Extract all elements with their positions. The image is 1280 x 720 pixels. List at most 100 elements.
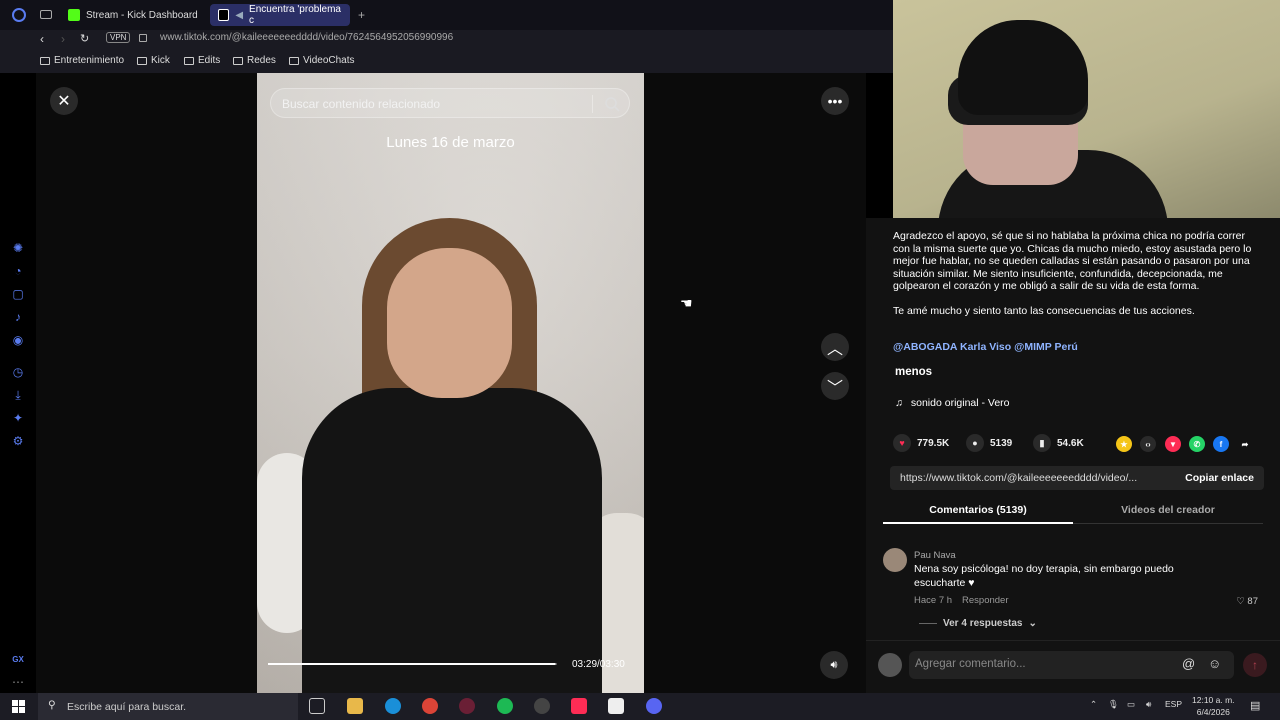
file-explorer-icon[interactable] bbox=[347, 698, 363, 714]
tab-label: Encuentra 'problema c bbox=[249, 4, 341, 26]
back-icon[interactable]: ‹ bbox=[40, 32, 44, 46]
post-comment-button[interactable]: ↑ bbox=[1243, 653, 1267, 677]
forward-icon[interactable]: › bbox=[61, 32, 65, 46]
chrome-icon[interactable] bbox=[422, 698, 438, 714]
close-button[interactable]: ✕ bbox=[50, 87, 78, 115]
embed-icon[interactable]: ‹› bbox=[1140, 436, 1156, 452]
obs-icon[interactable] bbox=[534, 698, 550, 714]
taskbar-clock[interactable]: 12:10 a. m. 6/4/2026 bbox=[1192, 694, 1235, 718]
comment-button[interactable]: ● 5139 bbox=[966, 434, 1012, 452]
tab-kick-dashboard[interactable]: Stream - Kick Dashboard bbox=[60, 4, 206, 26]
windows-taskbar: ⚲ Escribe aquí para buscar. ⌃ 🎙︎ ▭ 🔊︎ ES… bbox=[0, 693, 1280, 720]
gx-label[interactable]: GX bbox=[11, 653, 25, 667]
close-icon: ✕ bbox=[57, 93, 71, 110]
downloads-icon[interactable]: ⤓ bbox=[11, 388, 25, 402]
edge-icon[interactable] bbox=[385, 698, 401, 714]
reply-button[interactable]: Responder bbox=[962, 595, 1008, 606]
discord-app-icon[interactable] bbox=[646, 698, 662, 714]
volume-button[interactable]: 🔊︎ bbox=[820, 651, 848, 679]
avatar[interactable] bbox=[883, 548, 907, 572]
search-icon[interactable] bbox=[603, 95, 621, 113]
spotify-icon[interactable] bbox=[497, 698, 513, 714]
bookmark-entretenimiento[interactable]: Entretenimiento bbox=[40, 55, 124, 66]
volume-tray-icon[interactable]: 🔊︎ bbox=[1146, 699, 1151, 710]
share-link-url[interactable]: https://www.tiktok.com/@kaileeeeeeedddd/… bbox=[900, 472, 1155, 484]
description-mentions[interactable]: @ABOGADA Karla Viso @MIMP Perú bbox=[893, 341, 1078, 353]
tiktok-icon[interactable]: ♪ bbox=[11, 310, 25, 324]
taskbar-search-placeholder: Escribe aquí para buscar. bbox=[67, 701, 187, 713]
chevron-up-icon: ︿ bbox=[826, 341, 843, 358]
previous-video-button[interactable]: ︿ bbox=[821, 333, 849, 361]
facebook-share-icon[interactable]: f bbox=[1213, 436, 1229, 452]
bookmark-edits[interactable]: Edits bbox=[184, 55, 220, 66]
share-arrow-icon[interactable]: ➦ bbox=[1237, 436, 1253, 452]
reload-icon[interactable]: ↻ bbox=[80, 32, 89, 45]
capcut-icon[interactable] bbox=[608, 698, 624, 714]
address-url[interactable]: www.tiktok.com/@kaileeeeeeedddd/video/76… bbox=[160, 32, 453, 43]
workspaces-icon[interactable] bbox=[40, 10, 52, 19]
folder-icon bbox=[40, 56, 50, 65]
comment-input[interactable]: Agregar comentario... @ ☺ bbox=[909, 651, 1234, 679]
more-icon[interactable]: ⋯ bbox=[11, 675, 25, 689]
lock-icon bbox=[139, 34, 147, 42]
search-divider bbox=[592, 95, 593, 113]
avatar bbox=[878, 653, 902, 677]
notifications-icon[interactable]: ▤ bbox=[1250, 699, 1260, 712]
tray-chevron-up-icon[interactable]: ⌃ bbox=[1090, 699, 1097, 710]
related-search-input[interactable]: Buscar contenido relacionado bbox=[270, 88, 630, 118]
video-description: Agradezco el apoyo, sé que si no hablaba… bbox=[893, 230, 1253, 329]
repost-icon[interactable]: ★ bbox=[1116, 436, 1132, 452]
mention-icon[interactable]: @ bbox=[1182, 656, 1195, 671]
taskbar-search-input[interactable]: ⚲ Escribe aquí para buscar. bbox=[38, 693, 298, 720]
tab-comments[interactable]: Comentarios (5139) bbox=[883, 504, 1073, 516]
comment-text: Nena soy psicóloga! no doy terapia, sin … bbox=[914, 563, 1174, 589]
windows-start-icon[interactable] bbox=[12, 700, 25, 713]
chatgpt-icon[interactable]: ✺ bbox=[11, 241, 25, 255]
copy-link-button[interactable]: Copiar enlace bbox=[1185, 472, 1254, 484]
chevron-down-icon: ﹀ bbox=[826, 380, 843, 397]
network-icon[interactable]: ▭ bbox=[1127, 699, 1135, 710]
arrow-up-icon: ↑ bbox=[1252, 658, 1258, 672]
search-icon: ⚲ bbox=[48, 699, 56, 711]
vpn-badge[interactable]: VPN bbox=[106, 32, 131, 43]
video-progress-bar[interactable] bbox=[268, 663, 557, 665]
whatsapp-share-icon[interactable]: ✆ bbox=[1189, 436, 1205, 452]
tiktok-app-icon[interactable] bbox=[571, 698, 587, 714]
description-paragraph: Te amé mucho y siento tanto las consecue… bbox=[893, 304, 1195, 317]
new-tab-icon[interactable]: + bbox=[358, 8, 365, 22]
microphone-icon[interactable]: 🎙︎ bbox=[1108, 699, 1119, 710]
more-options-button[interactable]: ••• bbox=[821, 87, 849, 115]
history-icon[interactable]: ◷ bbox=[11, 365, 25, 379]
tab-tiktok[interactable]: ◀ Encuentra 'problema c bbox=[210, 4, 350, 26]
task-view-icon[interactable] bbox=[309, 698, 325, 714]
discord-icon[interactable]: ◉ bbox=[11, 333, 25, 347]
comment-author[interactable]: Pau Nava bbox=[914, 550, 956, 561]
heart-outline-icon: ♡ bbox=[1236, 596, 1248, 607]
video-player[interactable] bbox=[257, 73, 644, 693]
opera-logo-icon[interactable] bbox=[12, 8, 26, 22]
instagram-icon[interactable]: ▢ bbox=[11, 287, 25, 301]
settings-icon[interactable]: ⚙ bbox=[11, 434, 25, 448]
like-button[interactable]: ♥ 779.5K bbox=[893, 434, 949, 452]
bookmark-videochats[interactable]: VideoChats bbox=[289, 55, 355, 66]
emoji-icon[interactable]: ☺ bbox=[1208, 656, 1221, 671]
tab-creator-videos[interactable]: Videos del creador bbox=[1073, 504, 1263, 516]
audio-icon[interactable]: ◀ bbox=[235, 10, 243, 21]
language-indicator[interactable]: ESP bbox=[1165, 699, 1182, 709]
bookmark-kick[interactable]: Kick bbox=[137, 55, 170, 66]
replies-divider bbox=[919, 623, 937, 624]
whatsapp-icon[interactable]: ◔ bbox=[11, 264, 25, 278]
browser-sidebar: ✺ ◔ ▢ ♪ ◉ ◷ ⤓ ✦ ⚙ GX ⋯ bbox=[0, 73, 36, 693]
comment-placeholder: Agregar comentario... bbox=[915, 658, 1026, 670]
comment-like-button[interactable]: ♡ 87 bbox=[1236, 596, 1258, 607]
extensions-icon[interactable]: ✦ bbox=[11, 411, 25, 425]
bookmark-label: Edits bbox=[198, 55, 221, 66]
save-button[interactable]: ▮ 54.6K bbox=[1033, 434, 1084, 452]
view-replies-button[interactable]: Ver 4 respuestas ⌄ bbox=[919, 618, 1037, 629]
bookmark-redes[interactable]: Redes bbox=[233, 55, 276, 66]
sound-link[interactable]: ♫ sonido original - Vero bbox=[895, 397, 1010, 409]
send-icon[interactable]: ▼ bbox=[1165, 436, 1181, 452]
opera-gx-icon[interactable] bbox=[459, 698, 475, 714]
next-video-button[interactable]: ﹀ bbox=[821, 372, 849, 400]
show-less-button[interactable]: menos bbox=[895, 366, 932, 378]
